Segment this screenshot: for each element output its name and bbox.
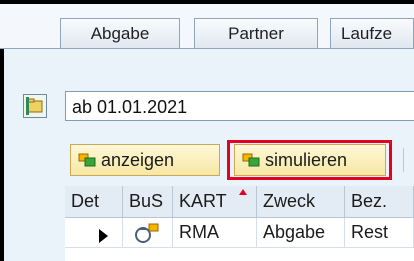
column-header-zweck[interactable]: Zweck <box>257 186 345 218</box>
cell-det[interactable] <box>65 218 123 248</box>
anzeigen-button[interactable]: anzeigen <box>70 144 220 176</box>
sap-window: Abgabe Partner Laufze ab 01.01.2021 anze… <box>0 0 414 261</box>
display-icon <box>78 153 96 167</box>
toolbar-separator <box>403 148 404 172</box>
cell-zweck[interactable]: Abgabe <box>257 218 345 248</box>
cell-bus[interactable] <box>123 218 173 248</box>
folder-icon <box>26 97 43 115</box>
tab-divider <box>0 48 414 49</box>
tab-label: Laufze <box>341 23 393 43</box>
tab-partner[interactable]: Partner <box>194 18 318 49</box>
tab-label: Abgabe <box>90 24 150 43</box>
anzeigen-label: anzeigen <box>101 149 175 170</box>
tab-laufzeit[interactable]: Laufze <box>330 18 414 48</box>
bus-status-icon <box>135 223 159 243</box>
column-header-bez[interactable]: Bez. <box>345 186 414 218</box>
variant-folder-button[interactable] <box>23 94 47 118</box>
row-selector-arrow-icon[interactable] <box>99 229 108 243</box>
column-header-bus[interactable]: BuS <box>123 186 173 218</box>
tab-strip: Abgabe Partner Laufze <box>0 4 414 49</box>
tab-abgabe[interactable]: Abgabe <box>60 18 180 49</box>
tab-label: Partner <box>228 24 284 43</box>
column-header-det[interactable]: Det <box>65 186 123 218</box>
date-filter-field[interactable]: ab 01.01.2021 <box>65 91 414 121</box>
sort-indicator-icon <box>239 189 247 195</box>
highlight-box <box>227 140 392 180</box>
cell-kart[interactable]: RMA <box>173 218 257 248</box>
cell-bez[interactable]: Rest <box>345 218 414 248</box>
results-table: Det BuS KART Zweck Bez. RMA Abgabe Rest <box>65 186 414 261</box>
